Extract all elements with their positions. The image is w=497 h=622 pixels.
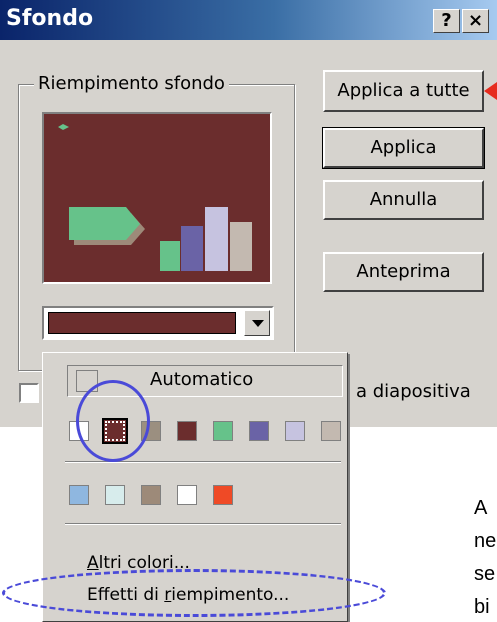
- cancel-button[interactable]: Annulla: [323, 180, 484, 220]
- color-swatch[interactable]: [213, 421, 233, 441]
- fill-group-label: Riempimento sfondo: [34, 73, 229, 94]
- chevron-down-icon[interactable]: [244, 310, 270, 336]
- slide-preview: [42, 112, 272, 284]
- apply-button[interactable]: Applica: [322, 127, 485, 169]
- preview-bar-3: [205, 207, 228, 271]
- combo-color-swatch: [48, 312, 236, 334]
- help-button[interactable]: ?: [433, 9, 460, 33]
- fill-color-combo[interactable]: [42, 306, 274, 340]
- side-text-line: ne: [474, 530, 497, 552]
- preview-graphic: [58, 124, 252, 271]
- automatic-label: Automatico: [150, 369, 254, 390]
- hide-background-checkbox[interactable]: [19, 383, 39, 403]
- preview-bar-1: [160, 241, 180, 271]
- recent-color-swatch[interactable]: [177, 485, 197, 505]
- red-arrow-icon: [484, 82, 497, 100]
- recent-color-swatch[interactable]: [105, 485, 125, 505]
- color-swatch[interactable]: [177, 421, 197, 441]
- preview-diamond: [58, 124, 69, 130]
- side-text-line: bi: [474, 596, 490, 618]
- title-bar: Sfondo ? ×: [0, 0, 497, 40]
- dialog-title: Sfondo: [6, 6, 94, 31]
- color-swatch[interactable]: [249, 421, 269, 441]
- preview-bar-2: [181, 226, 203, 271]
- side-text-line: se: [474, 563, 496, 585]
- separator: [65, 523, 341, 525]
- checkbox-label: a diapositiva: [356, 381, 471, 402]
- color-swatch[interactable]: [321, 421, 341, 441]
- highlight-ellipse: [2, 569, 386, 617]
- color-swatch[interactable]: [285, 421, 305, 441]
- preview-bar-4: [230, 222, 252, 271]
- highlight-circle: [76, 380, 150, 462]
- side-text-line: A: [474, 497, 488, 519]
- recent-color-swatch[interactable]: [69, 485, 89, 505]
- preview-button[interactable]: Anteprima: [323, 252, 484, 292]
- recent-color-swatch[interactable]: [213, 485, 233, 505]
- recent-color-swatch[interactable]: [141, 485, 161, 505]
- close-button[interactable]: ×: [462, 9, 489, 33]
- apply-all-button[interactable]: Applica a tutte: [323, 70, 484, 112]
- preview-arrow: [69, 207, 140, 240]
